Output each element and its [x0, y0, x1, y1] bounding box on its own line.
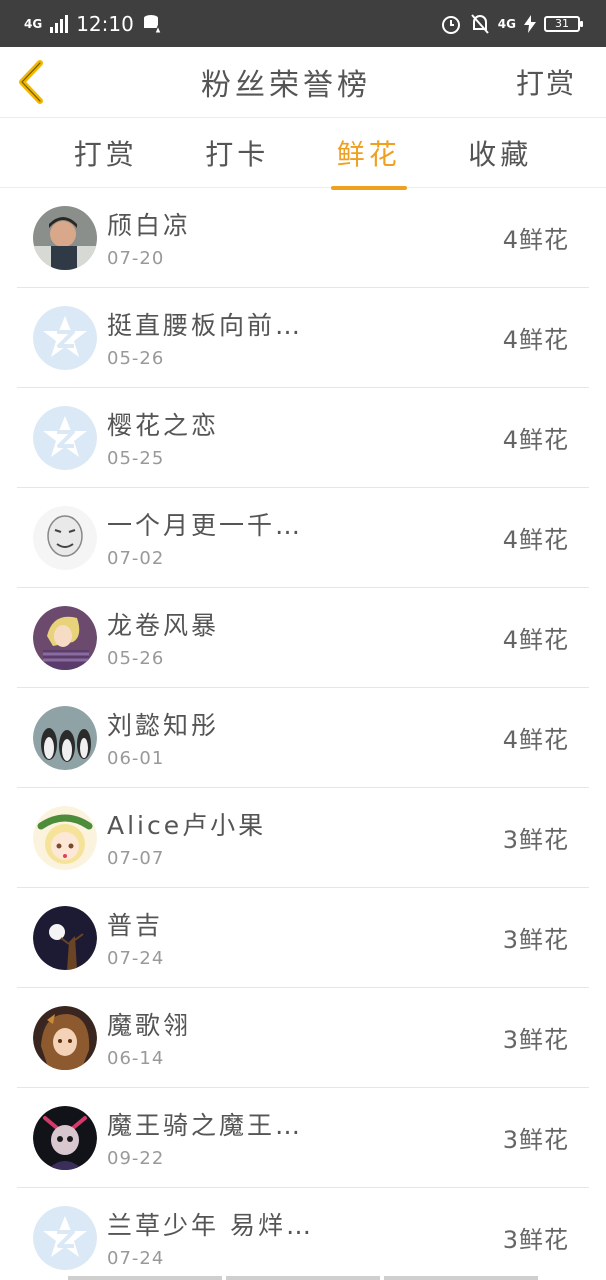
network-type-left: 4G [24, 16, 43, 31]
flower-count: 3鲜花 [502, 826, 569, 854]
charging-icon [524, 14, 536, 33]
fan-list-item[interactable]: 一个月更一千… 07-02 4鲜花 [17, 488, 589, 588]
avatar[interactable] [33, 405, 97, 470]
status-time: 12:10 [76, 11, 134, 36]
fan-info: 挺直腰板向前… 05-26 [107, 306, 503, 369]
fan-name: 兰草少年 易烊… [107, 1211, 314, 1240]
flower-count: 4鲜花 [502, 726, 569, 754]
fan-info: 一个月更一千… 07-02 [107, 506, 503, 569]
fan-list-item[interactable]: 魔歌翎 06-14 3鲜花 [17, 988, 589, 1088]
flower-count: 4鲜花 [502, 226, 569, 254]
avatar[interactable] [33, 1205, 97, 1270]
flower-count: 4鲜花 [502, 326, 569, 354]
status-bar-left: 4G 12:10 [24, 12, 162, 36]
flower-count: 3鲜花 [502, 1226, 569, 1254]
avatar[interactable] [33, 205, 97, 270]
flower-count: 4鲜花 [502, 526, 569, 554]
chevron-left-icon [19, 60, 43, 104]
fan-name: 颀白凉 [107, 211, 192, 240]
network-type-right: 4G [497, 16, 516, 31]
fan-name: 刘懿知彤 [107, 711, 220, 740]
notifications-off-icon [471, 13, 489, 34]
reward-button[interactable]: 打赏 [516, 62, 576, 102]
fan-date: 07-02 [107, 548, 165, 569]
flower-count: 3鲜花 [502, 1126, 569, 1154]
fan-info: 魔歌翎 06-14 [107, 1006, 503, 1069]
flower-count: 4鲜花 [502, 626, 569, 654]
fan-name: 一个月更一千… [107, 511, 304, 540]
data-warning-icon [143, 14, 162, 33]
scroll-indicator [68, 1276, 538, 1280]
fan-info: Alice卢小果 07-07 [107, 806, 503, 869]
fan-name: 魔王骑之魔王… [107, 1111, 304, 1140]
fan-info: 普吉 07-24 [107, 906, 503, 969]
app-header: 粉丝荣誉榜 打赏 [0, 47, 606, 118]
page-title: 粉丝荣誉榜 [200, 68, 371, 103]
tab-reward[interactable]: 打赏 [70, 119, 142, 187]
fan-name: 樱花之恋 [107, 411, 220, 440]
avatar[interactable] [33, 905, 97, 970]
fan-date: 05-26 [107, 648, 165, 669]
fan-name: 龙卷风暴 [107, 611, 220, 640]
fan-list-item[interactable]: 兰草少年 易烊… 07-24 3鲜花 [17, 1188, 589, 1280]
tab-favorites[interactable]: 收藏 [464, 119, 536, 187]
fan-list-item[interactable]: 颀白凉 07-20 4鲜花 [17, 188, 589, 288]
fan-date: 07-07 [107, 848, 165, 869]
fan-info: 樱花之恋 05-25 [107, 406, 503, 469]
fan-list-item[interactable]: 刘懿知彤 06-01 4鲜花 [17, 688, 589, 788]
fan-date: 07-24 [107, 948, 165, 969]
fan-date: 07-24 [107, 1248, 165, 1269]
fan-list-item[interactable]: 普吉 07-24 3鲜花 [17, 888, 589, 988]
tab-bar: 打赏 打卡 鲜花 收藏 [0, 118, 606, 190]
fan-date: 07-20 [107, 248, 165, 269]
fan-name: 挺直腰板向前… [107, 311, 304, 340]
fan-date: 06-14 [107, 1048, 165, 1069]
fan-info: 刘懿知彤 06-01 [107, 706, 503, 769]
battery-icon: 31 [544, 15, 583, 32]
fan-info: 颀白凉 07-20 [107, 206, 503, 269]
fan-list-item[interactable]: 挺直腰板向前… 05-26 4鲜花 [17, 288, 589, 388]
flower-count: 3鲜花 [502, 926, 569, 954]
fan-info: 龙卷风暴 05-26 [107, 606, 503, 669]
fan-list-item[interactable]: 龙卷风暴 05-26 4鲜花 [17, 588, 589, 688]
fan-date: 06-01 [107, 748, 165, 769]
fan-name: 普吉 [107, 911, 164, 940]
avatar[interactable] [33, 705, 97, 770]
tab-checkin[interactable]: 打卡 [201, 119, 273, 187]
flower-count: 4鲜花 [502, 426, 569, 454]
avatar[interactable] [33, 305, 97, 370]
flower-count: 3鲜花 [502, 1026, 569, 1054]
fan-list-item[interactable]: Alice卢小果 07-07 3鲜花 [17, 788, 589, 888]
signal-icon [50, 14, 69, 33]
fan-list-item[interactable]: 魔王骑之魔王… 09-22 3鲜花 [17, 1088, 589, 1188]
avatar[interactable] [33, 605, 97, 670]
back-button[interactable] [16, 57, 56, 107]
fan-info: 兰草少年 易烊… 07-24 [107, 1206, 503, 1269]
fan-list-item[interactable]: 樱花之恋 05-25 4鲜花 [17, 388, 589, 488]
fan-date: 09-22 [107, 1148, 165, 1169]
avatar[interactable] [33, 505, 97, 570]
avatar[interactable] [33, 805, 97, 870]
avatar[interactable] [33, 1105, 97, 1170]
status-bar: 4G 12:10 4G 31 [0, 0, 606, 47]
avatar[interactable] [33, 1005, 97, 1070]
fan-list: 颀白凉 07-20 4鲜花 挺直腰板向前… 05-26 4鲜花 樱花之恋 05-25 4鲜花 一个… [0, 188, 606, 1280]
fan-date: 05-26 [107, 348, 165, 369]
tab-flowers[interactable]: 鲜花 [330, 119, 407, 190]
status-bar-right: 4G 31 [440, 13, 583, 35]
fan-info: 魔王骑之魔王… 09-22 [107, 1106, 503, 1169]
fan-name: 魔歌翎 [107, 1011, 192, 1040]
fan-name: Alice卢小果 [107, 811, 267, 840]
alarm-icon [441, 15, 460, 34]
fan-date: 05-25 [107, 448, 165, 469]
